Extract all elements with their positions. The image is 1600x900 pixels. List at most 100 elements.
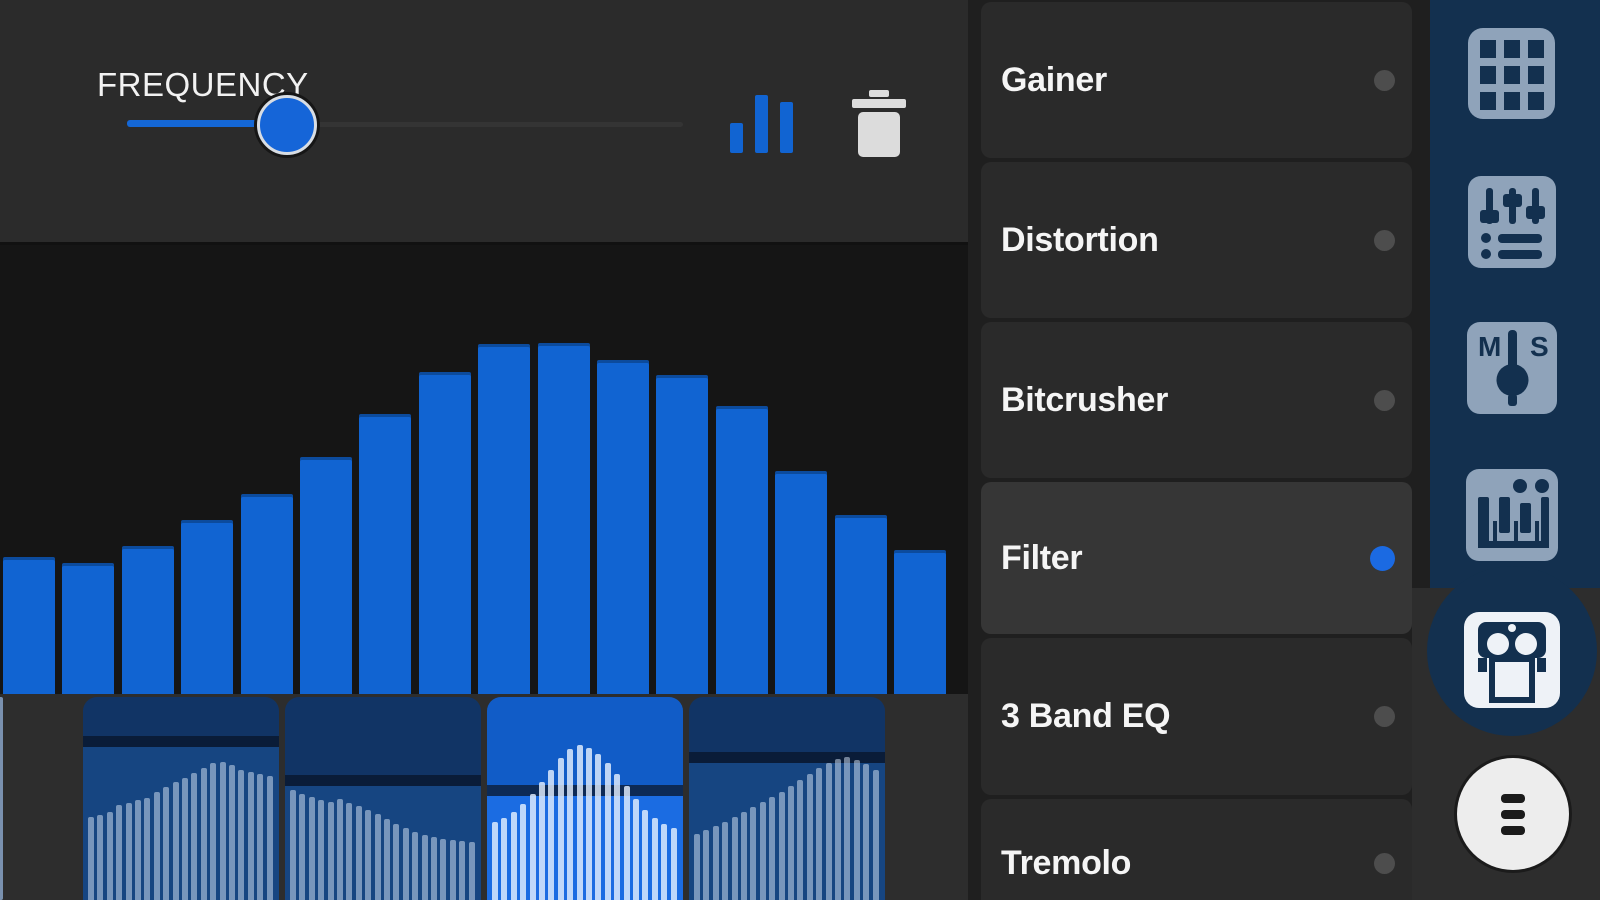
preset-mini-bar — [633, 799, 639, 900]
preset-mini-bar — [257, 774, 264, 900]
effect-status-dot — [1374, 69, 1395, 91]
effect-row-distortion[interactable]: Distortion — [981, 162, 1412, 318]
spectrum-bar — [240, 494, 293, 694]
pads-grid-icon[interactable] — [1468, 28, 1555, 124]
preset-mini-bar — [238, 770, 245, 900]
preset-mini-bar — [299, 794, 306, 900]
preset-mini-bar — [365, 810, 372, 900]
preset-mini-bar — [661, 824, 668, 900]
spectrum-bar — [300, 457, 352, 694]
preset-mini-bar — [769, 797, 776, 900]
preset-mini-bar — [548, 770, 555, 900]
preset-mini-bar — [153, 792, 160, 900]
preset-mini-bar — [623, 786, 630, 900]
effect-label: 3 Band EQ — [1001, 697, 1171, 735]
preset-mini-bar — [135, 800, 141, 900]
effect-controls-bar: FREQUENCY — [0, 0, 968, 245]
spectrum-bar — [418, 372, 471, 694]
visualizer-meter-icon[interactable] — [728, 93, 796, 155]
preset-mini-bar — [163, 787, 170, 900]
effect-label: Tremolo — [1001, 843, 1132, 882]
preset-mini-bar — [355, 806, 362, 900]
spectrum-bar — [894, 550, 946, 694]
spectrum-bar — [3, 557, 55, 694]
spectrum-bar — [181, 520, 234, 694]
effect-row-3bandeq[interactable]: 3 Band EQ — [981, 638, 1412, 795]
frequency-slider-track[interactable] — [260, 122, 683, 127]
more-dash — [1501, 825, 1525, 835]
preset-mini-bar — [670, 828, 677, 900]
effect-status-dot — [1374, 852, 1395, 874]
mid-side-icon[interactable]: M S — [1467, 322, 1557, 419]
preset-mini-bar — [806, 774, 813, 900]
spectrum-bar — [715, 406, 768, 694]
more-options-button[interactable] — [1457, 758, 1569, 870]
effect-row-tremolo[interactable]: Tremolo — [981, 799, 1412, 900]
preset-mini-bar — [191, 773, 198, 900]
preset-mini-bar — [797, 780, 804, 900]
preset-mini-bar — [778, 792, 785, 900]
preset-mini-bar — [604, 763, 611, 900]
preset-mini-bar — [421, 835, 428, 900]
preset-mini-bar — [468, 842, 475, 900]
preset-mini-bar — [318, 800, 325, 900]
preset-mini-bar — [431, 837, 437, 900]
preset-mini-bar — [853, 760, 860, 900]
preset-mini-bar — [229, 765, 235, 900]
effect-row-bitcrusher[interactable]: Bitcrusher — [981, 322, 1412, 478]
effects-list: Gainer Distortion Bitcrusher Filter 3 Ba… — [981, 0, 1412, 900]
preset-mini-bar — [501, 818, 508, 900]
preset-threshold-line — [285, 775, 481, 786]
effect-status-dot — [1374, 706, 1395, 727]
preset-tile[interactable] — [83, 697, 279, 900]
effect-row-filter[interactable]: Filter — [981, 482, 1412, 634]
spectrum-bar — [478, 344, 531, 694]
preset-mini-bar — [116, 805, 123, 900]
preset-mini-bar — [88, 817, 94, 900]
preset-mini-bar — [327, 802, 334, 900]
preset-mini-bar — [106, 812, 113, 900]
channel-mixer-icon[interactable] — [1468, 176, 1556, 273]
svg-text:S: S — [1530, 331, 1549, 362]
effect-pedal-icon-active[interactable] — [1464, 612, 1560, 713]
preset-mini-bar — [712, 826, 719, 900]
effect-label: Distortion — [1001, 220, 1159, 259]
preset-mini-bar — [210, 763, 217, 900]
preset-mini-bar — [346, 803, 353, 900]
spectrum-bar — [834, 515, 887, 694]
preset-mini-bar — [97, 815, 104, 900]
effect-label: Bitcrusher — [1001, 380, 1169, 419]
preset-mini-bar — [449, 840, 456, 900]
preset-tile-partial — [0, 697, 3, 900]
preset-mini-bar — [595, 754, 602, 900]
preset-tile[interactable] — [689, 697, 885, 900]
preset-mini-bar — [144, 798, 151, 900]
preset-tile-selected[interactable] — [487, 697, 683, 900]
preset-mini-bar — [393, 824, 400, 900]
preset-mini-bar — [835, 759, 841, 900]
preset-mini-bar — [374, 814, 381, 900]
preset-mini-bar — [586, 748, 592, 900]
effect-label: Gainer — [1001, 60, 1107, 99]
preset-mini-bar — [539, 782, 545, 900]
preset-mini-bar — [703, 830, 710, 900]
preset-mini-bar — [651, 818, 658, 900]
frequency-slider-fill — [127, 120, 260, 127]
spectrum-bar — [121, 546, 174, 694]
spectrum-bar — [359, 414, 412, 694]
trash-icon[interactable] — [851, 90, 907, 158]
preset-tile[interactable] — [285, 697, 481, 900]
effect-row-gainer[interactable]: Gainer — [981, 2, 1412, 158]
preset-mini-bar — [172, 782, 179, 900]
preset-mini-bar — [308, 797, 315, 900]
spectrum-bar — [656, 375, 709, 694]
spectrum-bar — [62, 563, 115, 694]
frequency-slider-knob[interactable] — [257, 95, 317, 155]
piano-keys-icon[interactable] — [1466, 469, 1558, 566]
frequency-spectrum-display[interactable] — [0, 245, 968, 694]
preset-mini-bar — [694, 834, 700, 900]
preset-mini-bar — [219, 762, 226, 900]
preset-threshold-line — [487, 785, 683, 796]
preset-mini-bar — [182, 778, 188, 900]
preset-mini-bar — [459, 841, 466, 900]
